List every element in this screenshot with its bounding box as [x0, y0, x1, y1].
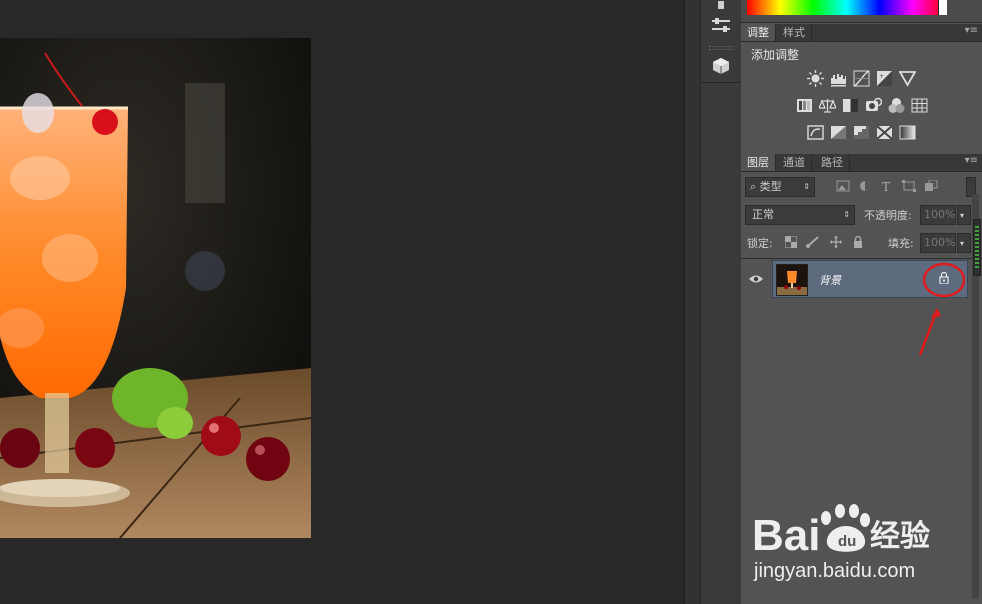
lock-label: 锁定:: [747, 237, 773, 250]
lock-transparent-pixels-icon[interactable]: [785, 236, 797, 248]
levels-icon[interactable]: [830, 70, 847, 87]
tab-channels[interactable]: 通道: [777, 154, 812, 171]
blend-mode-value: 正常: [752, 208, 774, 221]
layer-name[interactable]: 背景: [819, 272, 841, 288]
fill-input[interactable]: 100%: [920, 233, 956, 253]
baidu-logo: Bai du 经验: [752, 504, 930, 560]
tab-layers[interactable]: 图层: [741, 154, 776, 171]
vibrance-icon[interactable]: [899, 70, 916, 87]
layers-panel-menu-icon[interactable]: ▾≡: [965, 155, 978, 166]
lock-icons: [785, 236, 864, 248]
threshold-icon[interactable]: [853, 124, 870, 141]
svg-text:T: T: [882, 180, 890, 192]
opacity-input[interactable]: 100%: [920, 205, 956, 225]
adjustments-row-1: +: [741, 70, 982, 87]
tab-paths[interactable]: 路径: [815, 154, 850, 171]
lock-all-icon[interactable]: [852, 236, 864, 248]
brightness-contrast-icon[interactable]: [807, 70, 824, 87]
color-spectrum[interactable]: [747, 0, 946, 15]
layers-tabbar: 图层 通道 路径 ▾≡: [741, 154, 982, 172]
adjustments-row-3: [741, 124, 982, 141]
chevron-down-icon: ▾: [960, 211, 965, 220]
watermark-url: jingyan.baidu.com: [754, 560, 916, 582]
layers-scroll-thumb[interactable]: [973, 219, 981, 276]
color-panel: [741, 0, 982, 23]
svg-text:+: +: [879, 73, 884, 80]
filter-smart-object-icon[interactable]: [924, 180, 938, 192]
document-canvas[interactable]: [0, 0, 684, 604]
panel-dock-divider[interactable]: [684, 0, 701, 604]
chevron-updown-icon: ⇕: [843, 210, 850, 219]
opacity-dropdown-button[interactable]: ▾: [957, 205, 971, 225]
lock-position-icon[interactable]: [829, 236, 843, 248]
svg-text:du: du: [838, 533, 856, 550]
filter-type-icon[interactable]: T: [880, 180, 894, 192]
panel-icon-top[interactable]: [705, 0, 737, 10]
fill-label: 填充:: [888, 237, 914, 250]
fill-value: 100%: [924, 236, 956, 249]
eye-icon: [749, 275, 763, 283]
exposure-icon[interactable]: +: [876, 70, 893, 87]
filter-adjustment-icon[interactable]: [858, 180, 872, 192]
color-balance-icon[interactable]: [818, 97, 836, 114]
svg-text:经验: 经验: [870, 519, 930, 554]
posterize-icon[interactable]: [830, 124, 847, 141]
color-lookup-icon[interactable]: [911, 97, 928, 114]
color-spectrum-white[interactable]: [938, 0, 947, 15]
filter-pixel-icon[interactable]: [836, 180, 850, 192]
adjustments-tabbar: 调整 样式 ▾≡: [741, 24, 982, 42]
annotation-highlight: [918, 262, 966, 356]
photo-filter-icon[interactable]: [865, 97, 882, 114]
invert-icon[interactable]: [807, 124, 824, 141]
black-white-icon[interactable]: [842, 97, 859, 114]
selective-color-icon[interactable]: [876, 124, 893, 141]
opacity-label: 不透明度:: [864, 209, 912, 222]
filter-shape-icon[interactable]: [902, 180, 916, 192]
layers-scrollbar[interactable]: [972, 194, 981, 599]
lock-image-pixels-icon[interactable]: [806, 236, 820, 248]
layer-thumbnail: [776, 264, 808, 296]
layer-filter-icons: T: [836, 180, 938, 192]
annotation-arrowhead: [931, 308, 941, 318]
gradient-map-icon[interactable]: [899, 124, 916, 141]
chevron-down-icon: ▾: [960, 239, 965, 248]
opacity-value: 100%: [924, 208, 956, 221]
layer-filter-select[interactable]: ⌕ 类型 ⇕: [745, 177, 815, 197]
panel-menu-icon[interactable]: ▾≡: [965, 25, 978, 36]
cocktail-photo: [0, 38, 311, 538]
layer-visibility-toggle[interactable]: [741, 260, 771, 298]
filter-search-icon: ⌕: [750, 180, 757, 193]
annotation-circle: [922, 262, 966, 298]
channel-mixer-icon[interactable]: [888, 97, 905, 114]
baidu-watermark: Bai du 经验 jingyan.baidu.com: [752, 498, 952, 582]
tab-styles[interactable]: 样式: [777, 24, 812, 41]
blend-mode-select[interactable]: 正常 ⇕: [745, 205, 855, 225]
chevron-updown-icon: ⇕: [803, 182, 810, 191]
curves-icon[interactable]: [853, 70, 870, 87]
tab-adjustments[interactable]: 调整: [741, 24, 776, 41]
panel-grip[interactable]: [709, 46, 733, 50]
adjustments-sliders-icon[interactable]: [705, 12, 737, 38]
layer-filter-value: 类型: [759, 180, 782, 193]
fill-dropdown-button[interactable]: ▾: [957, 233, 971, 253]
3d-cube-icon[interactable]: [705, 53, 737, 79]
svg-text:Bai: Bai: [752, 511, 820, 560]
adjustments-row-2: [741, 97, 982, 114]
hue-saturation-icon[interactable]: [796, 97, 813, 114]
collapsed-panel-strip: [700, 0, 742, 604]
adjustments-title: 添加调整: [751, 48, 800, 62]
